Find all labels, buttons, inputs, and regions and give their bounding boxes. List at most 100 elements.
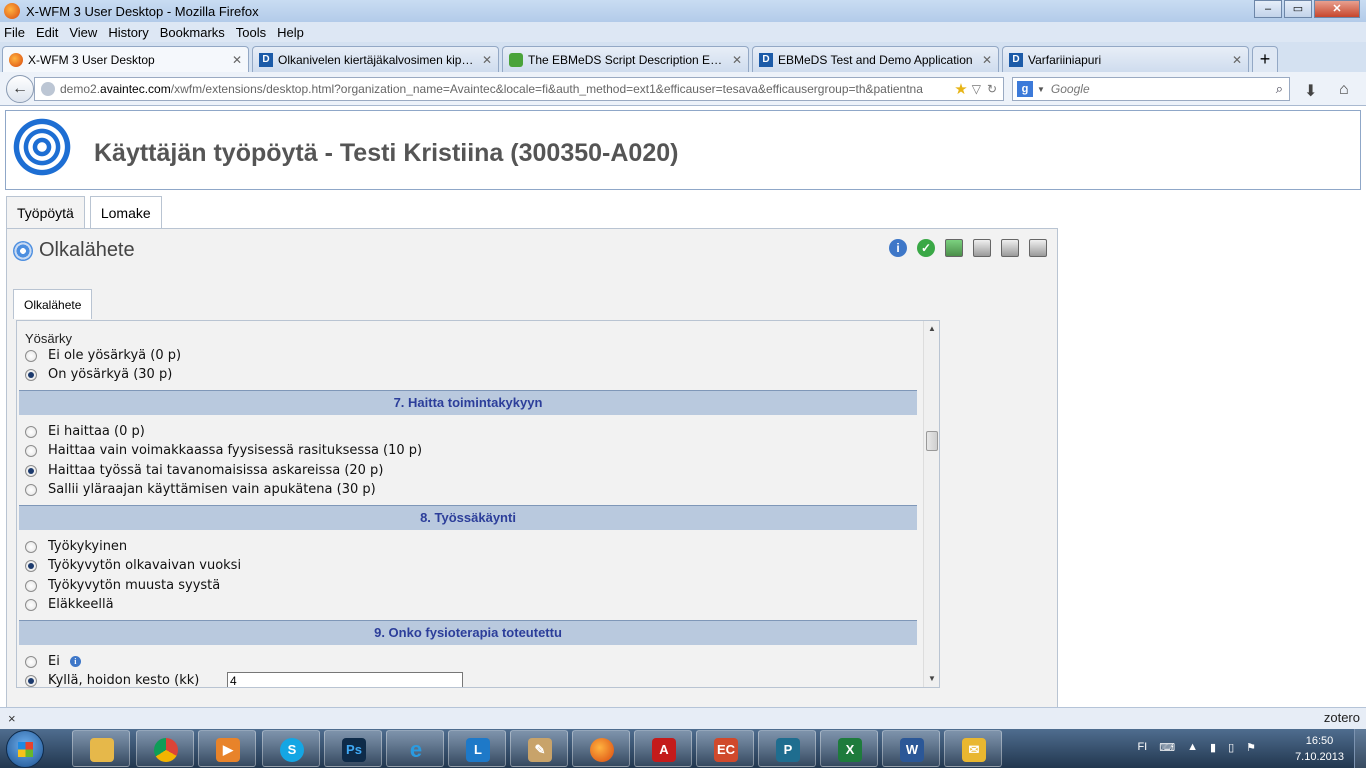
publisher-icon[interactable]: P <box>758 730 816 767</box>
show-hidden-icons-icon[interactable]: ▲ <box>1187 741 1198 754</box>
browser-tab-script-editor[interactable]: The EBMeDS Script Description Editor ✕ <box>502 46 749 72</box>
keyboard-icon[interactable]: ⌨ <box>1159 741 1175 754</box>
folder-icon[interactable] <box>973 239 991 257</box>
close-tab-icon[interactable]: ✕ <box>732 53 742 67</box>
radio-option[interactable]: Sallii yläraajan käyttämisen vain apukät… <box>25 482 376 497</box>
search-bar[interactable]: g ▼ Google ⌕ <box>1012 77 1290 101</box>
radio-button[interactable] <box>25 368 37 381</box>
word-icon[interactable]: W <box>882 730 940 767</box>
battery-icon[interactable]: ▯ <box>1228 741 1234 754</box>
menu-help[interactable]: Help <box>277 25 304 40</box>
radio-option[interactable]: Eläkkeellä <box>25 597 114 612</box>
info-icon[interactable]: i <box>889 239 907 257</box>
internet-explorer-icon[interactable]: e <box>386 730 444 767</box>
radio-option[interactable]: On yösärkyä (30 p) <box>25 367 172 382</box>
radio-option[interactable]: Työkykyinen <box>25 539 127 554</box>
engine-dropdown-icon[interactable]: ▼ <box>1037 85 1045 94</box>
menu-file[interactable]: File <box>4 25 25 40</box>
reload-icon[interactable]: ↻ <box>987 82 997 96</box>
close-button[interactable]: ✕ <box>1314 0 1360 18</box>
form-scroll-area[interactable]: Yösärky Ei ole yösärkyä (0 p) On yösärky… <box>16 320 940 688</box>
show-desktop-button[interactable] <box>1354 729 1366 768</box>
save-download-icon[interactable] <box>945 239 963 257</box>
radio-button[interactable] <box>25 579 37 592</box>
home-icon[interactable]: ⌂ <box>1339 81 1349 99</box>
close-tab-icon[interactable]: ✕ <box>1232 53 1242 67</box>
paint-icon[interactable]: ✎ <box>510 730 568 767</box>
scroll-up-icon[interactable]: ▲ <box>924 321 939 337</box>
browser-tab-ebmeds-demo[interactable]: D EBMeDS Test and Demo Application ✕ <box>752 46 999 72</box>
browser-tab-xwfm[interactable]: X-WFM 3 User Desktop ✕ <box>2 46 249 72</box>
menu-history[interactable]: History <box>108 25 148 40</box>
scroll-down-icon[interactable]: ▼ <box>924 671 939 687</box>
chrome-icon[interactable] <box>136 730 194 767</box>
photoshop-icon[interactable]: Ps <box>324 730 382 767</box>
menu-tools[interactable]: Tools <box>236 25 266 40</box>
menu-view[interactable]: View <box>69 25 97 40</box>
acrobat-icon[interactable]: A <box>634 730 692 767</box>
tab-lomake[interactable]: Lomake <box>89 196 162 228</box>
bookmark-star-icon[interactable]: ★ <box>954 80 967 98</box>
url-bar[interactable]: demo2. avaintec.com/xwfm/extensions/deskt… <box>34 77 1004 101</box>
explorer-icon[interactable] <box>72 730 130 767</box>
radio-button[interactable] <box>25 559 37 572</box>
media-player-icon[interactable]: ▶ <box>198 730 256 767</box>
new-tab-button[interactable]: + <box>1252 46 1278 72</box>
radio-button[interactable] <box>25 674 37 687</box>
start-button[interactable] <box>6 730 44 768</box>
radio-button[interactable] <box>25 540 37 553</box>
info-icon[interactable]: i <box>69 656 81 667</box>
radio-option[interactable]: Haittaa työssä tai tavanomaisissa askare… <box>25 463 383 478</box>
close-addon-bar-icon[interactable]: × <box>8 711 16 726</box>
outlook-icon[interactable]: ✉ <box>944 730 1002 767</box>
print-preview-icon[interactable] <box>1029 239 1047 257</box>
excel-icon[interactable]: X <box>820 730 878 767</box>
search-icon[interactable]: ⌕ <box>1276 81 1283 97</box>
clock[interactable]: 16:50 7.10.2013 <box>1295 733 1344 765</box>
radio-button[interactable] <box>25 655 37 668</box>
tab-tyopoyta[interactable]: Työpöytä <box>6 196 85 228</box>
print-icon[interactable] <box>1001 239 1019 257</box>
lync-icon[interactable]: L <box>448 730 506 767</box>
history-dropdown-icon[interactable]: ▽ <box>972 82 981 96</box>
maximize-button[interactable]: ▭ <box>1284 0 1312 18</box>
zotero-button[interactable]: zotero <box>1324 710 1360 725</box>
minimize-button[interactable]: – <box>1254 0 1282 18</box>
form-subtab[interactable]: Olkalähete <box>13 289 93 319</box>
language-indicator[interactable]: FI <box>1137 741 1147 754</box>
browser-tab-olkanivel[interactable]: D Olkanivelen kiertäjäkalvosimen kiputi.… <box>252 46 499 72</box>
search-input[interactable]: Google <box>1051 82 1276 96</box>
treatment-duration-input[interactable]: 4 <box>227 672 463 687</box>
site-identity-icon[interactable] <box>41 82 55 96</box>
radio-option[interactable]: Ei ole yösärkyä (0 p) <box>25 348 181 363</box>
network-icon[interactable]: ▮ <box>1210 741 1216 754</box>
radio-option[interactable]: Haittaa vain voimakkaassa fyysisessä ras… <box>25 443 422 458</box>
download-icon[interactable]: ⬇ <box>1304 81 1317 101</box>
close-tab-icon[interactable]: ✕ <box>482 53 492 67</box>
radio-option[interactable]: Työkyvytön muusta syystä <box>25 578 220 593</box>
close-tab-icon[interactable]: ✕ <box>232 53 242 67</box>
easycapture-icon[interactable]: EC <box>696 730 754 767</box>
vertical-scrollbar[interactable]: ▲ ▼ <box>923 321 939 687</box>
menu-edit[interactable]: Edit <box>36 25 58 40</box>
radio-button[interactable] <box>25 425 37 438</box>
menu-bookmarks[interactable]: Bookmarks <box>160 25 225 40</box>
radio-button[interactable] <box>25 464 37 477</box>
browser-tab-varfariini[interactable]: D Varfariiniapuri ✕ <box>1002 46 1249 72</box>
scroll-thumb[interactable] <box>926 431 938 451</box>
radio-button[interactable] <box>25 483 37 496</box>
check-icon[interactable]: ✓ <box>917 239 935 257</box>
radio-option[interactable]: Työkyvytön olkavaivan vuoksi <box>25 558 241 573</box>
firefox-icon[interactable] <box>572 730 630 767</box>
radio-button[interactable] <box>25 349 37 362</box>
radio-button[interactable] <box>25 598 37 611</box>
skype-icon[interactable]: S <box>262 730 320 767</box>
radio-option[interactable]: Ei haittaa (0 p) <box>25 424 145 439</box>
radio-button[interactable] <box>25 444 37 457</box>
flag-icon[interactable]: ⚑ <box>1246 741 1256 754</box>
radio-option[interactable]: Ei i <box>25 654 81 669</box>
radio-option[interactable]: Kyllä, hoidon kesto (kk) <box>25 673 199 687</box>
close-tab-icon[interactable]: ✕ <box>982 53 992 67</box>
back-button[interactable]: ← <box>6 75 34 103</box>
google-icon[interactable]: g <box>1017 81 1033 97</box>
